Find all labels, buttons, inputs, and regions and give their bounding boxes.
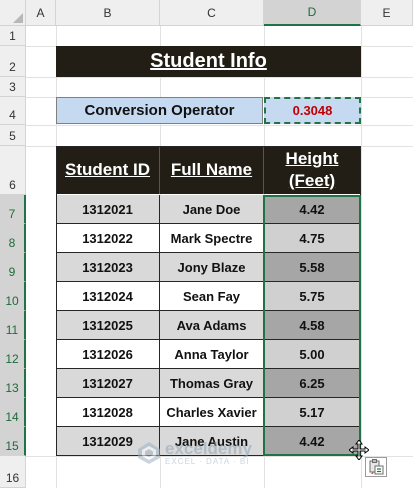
cell-height[interactable]: 4.42 [264, 195, 361, 224]
row-header-9[interactable]: 9 [0, 253, 26, 282]
row-header-10[interactable]: 10 [0, 282, 26, 311]
header-height-feet[interactable]: Height (Feet) [264, 146, 361, 194]
paste-options-button[interactable] [365, 457, 387, 477]
cell-student-id[interactable]: 1312028 [56, 398, 160, 427]
gridline [26, 125, 413, 126]
column-header-b[interactable]: B [56, 0, 160, 26]
cell-height[interactable]: 5.00 [264, 340, 361, 369]
select-all-icon [13, 13, 23, 23]
cell-student-id[interactable]: 1312026 [56, 340, 160, 369]
cell-full-name[interactable]: Mark Spectre [160, 224, 264, 253]
cell-student-id[interactable]: 1312021 [56, 195, 160, 224]
column-header-a[interactable]: A [26, 0, 56, 26]
row-header-15[interactable]: 15 [0, 427, 26, 456]
row-header-3[interactable]: 3 [0, 77, 26, 97]
cell-student-id[interactable]: 1312024 [56, 282, 160, 311]
row-header-8[interactable]: 8 [0, 224, 26, 253]
cell-full-name[interactable]: Anna Taylor [160, 340, 264, 369]
row-header-12[interactable]: 12 [0, 340, 26, 369]
cell-height[interactable]: 5.75 [264, 282, 361, 311]
cell-height[interactable]: 6.25 [264, 369, 361, 398]
cell-student-id[interactable]: 1312022 [56, 224, 160, 253]
cell-student-id[interactable]: 1312027 [56, 369, 160, 398]
cell-height[interactable]: 5.17 [264, 398, 361, 427]
row-header-4[interactable]: 4 [0, 97, 26, 125]
header-student-id[interactable]: Student ID [56, 146, 160, 194]
cell-student-id[interactable]: 1312023 [56, 253, 160, 282]
row-header-11[interactable]: 11 [0, 311, 26, 340]
header-full-name[interactable]: Full Name [160, 146, 264, 194]
cell-height[interactable]: 4.42 [264, 427, 361, 456]
cell-student-id[interactable]: 1312025 [56, 311, 160, 340]
cell-student-id[interactable]: 1312029 [56, 427, 160, 456]
cell-height[interactable]: 4.75 [264, 224, 361, 253]
row-header-2[interactable]: 2 [0, 46, 26, 77]
row-header-5[interactable]: 5 [0, 125, 26, 146]
conversion-operator-value[interactable]: 0.3048 [264, 97, 361, 124]
cell-height[interactable]: 4.58 [264, 311, 361, 340]
select-all-button[interactable] [0, 0, 26, 26]
cell-full-name[interactable]: Thomas Gray [160, 369, 264, 398]
row-header-14[interactable]: 14 [0, 398, 26, 427]
cell-full-name[interactable]: Charles Xavier [160, 398, 264, 427]
row-header-1[interactable]: 1 [0, 26, 26, 46]
cell-full-name[interactable]: Jony Blaze [160, 253, 264, 282]
paste-options-icon [369, 459, 384, 475]
column-header-c[interactable]: C [160, 0, 264, 26]
cell-height[interactable]: 5.58 [264, 253, 361, 282]
sheet-title[interactable]: Student Info [56, 46, 361, 77]
cell-full-name[interactable]: Sean Fay [160, 282, 264, 311]
cell-full-name[interactable]: Jane Austin [160, 427, 264, 456]
row-header-13[interactable]: 13 [0, 369, 26, 398]
cell-full-name[interactable]: Ava Adams [160, 311, 264, 340]
row-header-7[interactable]: 7 [0, 195, 26, 224]
column-header-d[interactable]: D [264, 0, 361, 26]
gridline [361, 26, 362, 488]
watermark-tagline: EXCEL · DATA · BI [165, 457, 250, 466]
conversion-operator-label[interactable]: Conversion Operator [56, 97, 263, 124]
row-header-6[interactable]: 6 [0, 146, 26, 195]
cell-full-name[interactable]: Jane Doe [160, 195, 264, 224]
row-header-16[interactable]: 16 [0, 456, 26, 488]
column-header-e[interactable]: E [361, 0, 413, 26]
gridline [26, 77, 413, 78]
